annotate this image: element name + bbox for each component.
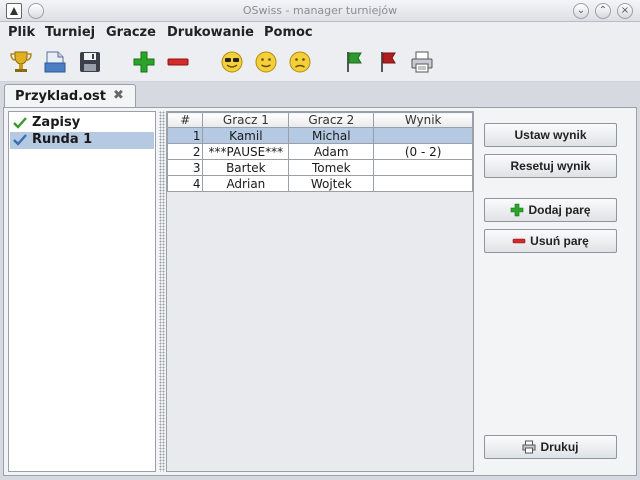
remove-icon[interactable] xyxy=(165,49,191,75)
tab-przyklad[interactable]: Przyklad.ost ✖ xyxy=(4,84,136,109)
check-icon xyxy=(13,117,27,129)
cell-player-2: Wojtek xyxy=(288,175,375,192)
cell-number: 2 xyxy=(166,143,204,160)
sad-face-icon[interactable] xyxy=(287,49,313,75)
title-bar: OSwiss - manager turniejów ⌄ ⌃ × xyxy=(0,0,640,22)
pairs-table-area: # Gracz 1 Gracz 2 Wynik 1 Kamil Michal 2… xyxy=(166,111,474,472)
open-file-icon[interactable] xyxy=(42,49,68,75)
printer-icon xyxy=(522,440,536,454)
menu-pomoc[interactable]: Pomoc xyxy=(264,25,313,40)
cell-result xyxy=(373,159,473,176)
print-label: Drukuj xyxy=(540,440,579,454)
column-header-result[interactable]: Wynik xyxy=(373,112,473,128)
rounds-list: Zapisy Runda 1 xyxy=(8,111,156,472)
window-title: OSwiss - manager turniejów xyxy=(242,4,398,17)
add-icon[interactable] xyxy=(131,49,157,75)
remove-pair-button[interactable]: Usuń parę xyxy=(484,229,617,253)
menu-turniej[interactable]: Turniej xyxy=(45,25,95,40)
maximize-button[interactable]: ⌃ xyxy=(595,3,611,19)
remove-pair-label: Usuń parę xyxy=(530,234,589,248)
cell-player-1: ***PAUSE*** xyxy=(202,143,290,160)
toolbar xyxy=(0,44,640,82)
split-pane-divider[interactable] xyxy=(159,111,165,472)
tab-close-icon[interactable]: ✖ xyxy=(113,88,124,103)
table-row[interactable]: 4 Adrian Wojtek xyxy=(166,175,473,192)
table-row[interactable]: 3 Bartek Tomek xyxy=(166,159,473,176)
neutral-face-icon[interactable] xyxy=(253,49,279,75)
cell-player-1: Kamil xyxy=(202,127,290,144)
set-result-label: Ustaw wynik xyxy=(514,128,587,142)
menu-drukowanie[interactable]: Drukowanie xyxy=(167,25,254,40)
cell-player-2: Michal xyxy=(288,127,375,144)
column-header-number[interactable]: # xyxy=(166,112,204,128)
round-label: Runda 1 xyxy=(32,132,93,147)
cell-player-1: Adrian xyxy=(202,175,290,192)
check-icon xyxy=(13,134,27,146)
menu-plik[interactable]: Plik xyxy=(8,25,35,40)
printer-icon[interactable] xyxy=(409,49,435,75)
round-item-zapisy[interactable]: Zapisy xyxy=(10,115,154,132)
column-header-player-2[interactable]: Gracz 2 xyxy=(288,112,375,128)
cell-result xyxy=(373,127,473,144)
pairs-table: # Gracz 1 Gracz 2 Wynik 1 Kamil Michal 2… xyxy=(166,112,473,192)
round-label: Zapisy xyxy=(32,115,81,130)
cell-number: 4 xyxy=(166,175,204,192)
add-icon xyxy=(511,203,524,217)
tab-strip: Przyklad.ost ✖ xyxy=(0,82,640,109)
trophy-icon[interactable] xyxy=(8,49,34,75)
cell-result: (0 - 2) xyxy=(373,143,473,160)
round-item-runda-1[interactable]: Runda 1 xyxy=(10,132,154,149)
remove-icon xyxy=(512,238,526,244)
add-pair-label: Dodaj parę xyxy=(528,203,591,217)
save-icon[interactable] xyxy=(77,49,103,75)
column-header-player-1[interactable]: Gracz 1 xyxy=(202,112,290,128)
green-flag-icon[interactable] xyxy=(341,49,367,75)
add-pair-button[interactable]: Dodaj parę xyxy=(484,198,617,222)
minimize-button[interactable]: ⌄ xyxy=(573,3,589,19)
print-button[interactable]: Drukuj xyxy=(484,435,617,459)
menu-gracze[interactable]: Gracze xyxy=(106,25,156,40)
cell-player-2: Tomek xyxy=(288,159,375,176)
cell-player-2: Adam xyxy=(288,143,375,160)
table-row[interactable]: 1 Kamil Michal xyxy=(166,127,473,144)
reset-result-label: Resetuj wynik xyxy=(510,159,591,173)
reset-result-button[interactable]: Resetuj wynik xyxy=(484,154,617,178)
cell-number: 1 xyxy=(166,127,204,144)
cell-player-1: Bartek xyxy=(202,159,290,176)
close-window-button[interactable]: × xyxy=(617,3,633,19)
table-row[interactable]: 2 ***PAUSE*** Adam (0 - 2) xyxy=(166,143,473,160)
cool-face-icon[interactable] xyxy=(219,49,245,75)
set-result-button[interactable]: Ustaw wynik xyxy=(484,123,617,147)
menu-bar: Plik Turniej Gracze Drukowanie Pomoc xyxy=(0,22,640,44)
cell-result xyxy=(373,175,473,192)
cell-number: 3 xyxy=(166,159,204,176)
tab-label: Przyklad.ost xyxy=(15,89,106,104)
red-flag-icon[interactable] xyxy=(375,49,401,75)
